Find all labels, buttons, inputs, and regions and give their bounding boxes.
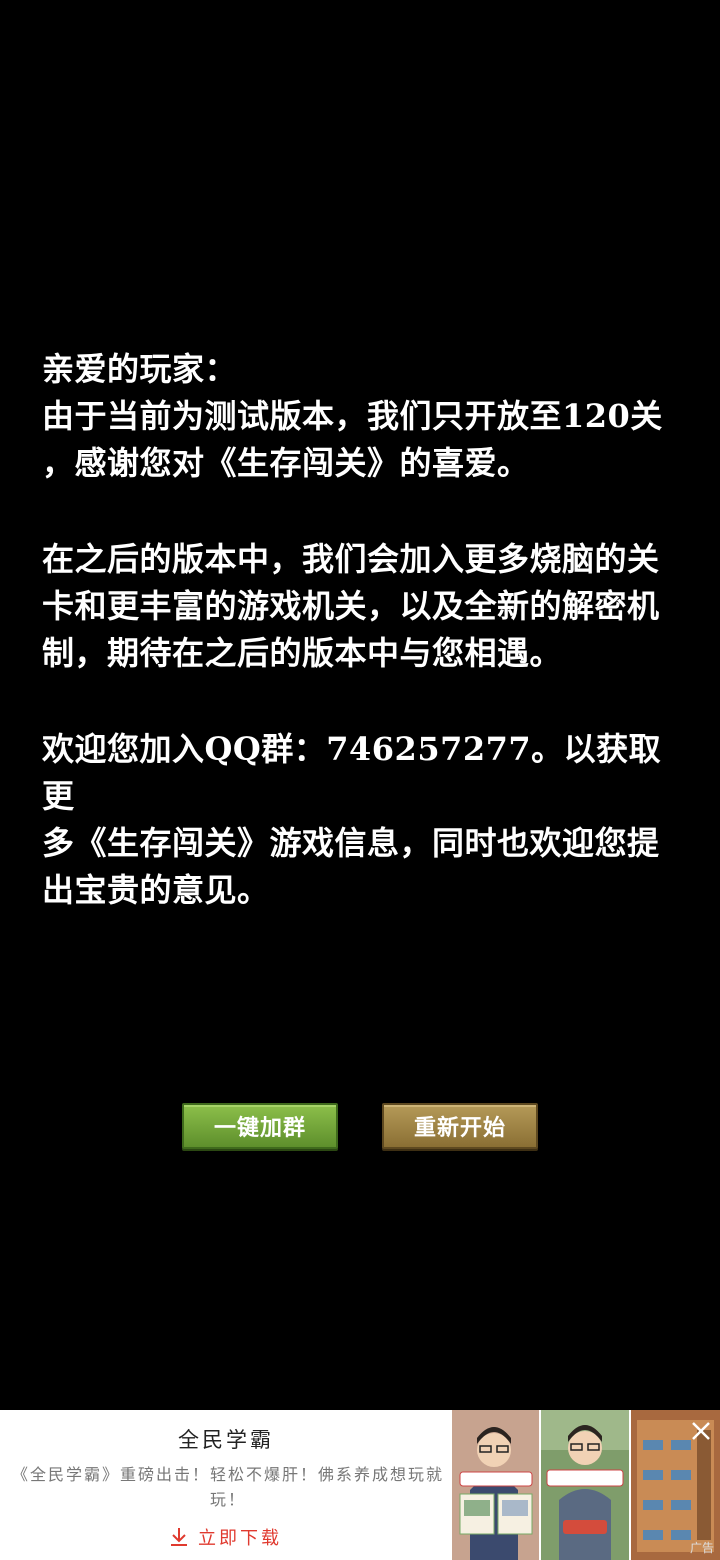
ad-title: 全民学霸 (178, 1428, 274, 1452)
message-panel: 亲爱的玩家： 由于当前为测试版本，我们只开放至120关 ，感谢您对《生存闯关》的… (42, 346, 682, 963)
ad-label: 广告 (689, 1541, 714, 1555)
ad-image-1[interactable] (452, 1410, 539, 1560)
ad-image-1-art (452, 1410, 539, 1560)
join-group-button[interactable]: 一键加群 (182, 1103, 338, 1149)
ad-download-link[interactable]: 立即下载 (0, 1524, 452, 1550)
letter-greeting: 亲爱的玩家： (42, 350, 238, 388)
ad-text-area[interactable]: 全民学霸 《全民学霸》重磅出击！轻松不爆肝！佛系养成想玩就玩！ 立即下载 (0, 1410, 452, 1560)
letter-paragraph-3: 欢迎您加入QQ群：746257277。以获取更 多《生存闯关》游戏信息，同时也欢… (42, 730, 662, 909)
ad-image-2-art (541, 1410, 629, 1560)
letter-paragraph-2: 在之后的版本中，我们会加入更多烧脑的关 卡和更丰富的游戏机关，以及全新的解密机 … (42, 540, 660, 672)
ad-download-label: 立即下载 (198, 1528, 282, 1549)
ad-banner[interactable]: 全民学霸 《全民学霸》重磅出击！轻松不爆肝！佛系养成想玩就玩！ 立即下载 广告 (0, 1410, 720, 1560)
ad-description: 《全民学霸》重磅出击！轻松不爆肝！佛系养成想玩就玩！ (11, 1465, 444, 1509)
close-icon[interactable] (688, 1418, 714, 1444)
letter-text: 亲爱的玩家： 由于当前为测试版本，我们只开放至120关 ，感谢您对《生存闯关》的… (42, 346, 682, 487)
letter-paragraph-1: 由于当前为测试版本，我们只开放至120关 ，感谢您对《生存闯关》的喜爱。 (42, 397, 663, 482)
download-arrow-icon (171, 1528, 187, 1546)
restart-button[interactable]: 重新开始 (382, 1103, 538, 1149)
ad-image-2[interactable] (541, 1410, 629, 1560)
